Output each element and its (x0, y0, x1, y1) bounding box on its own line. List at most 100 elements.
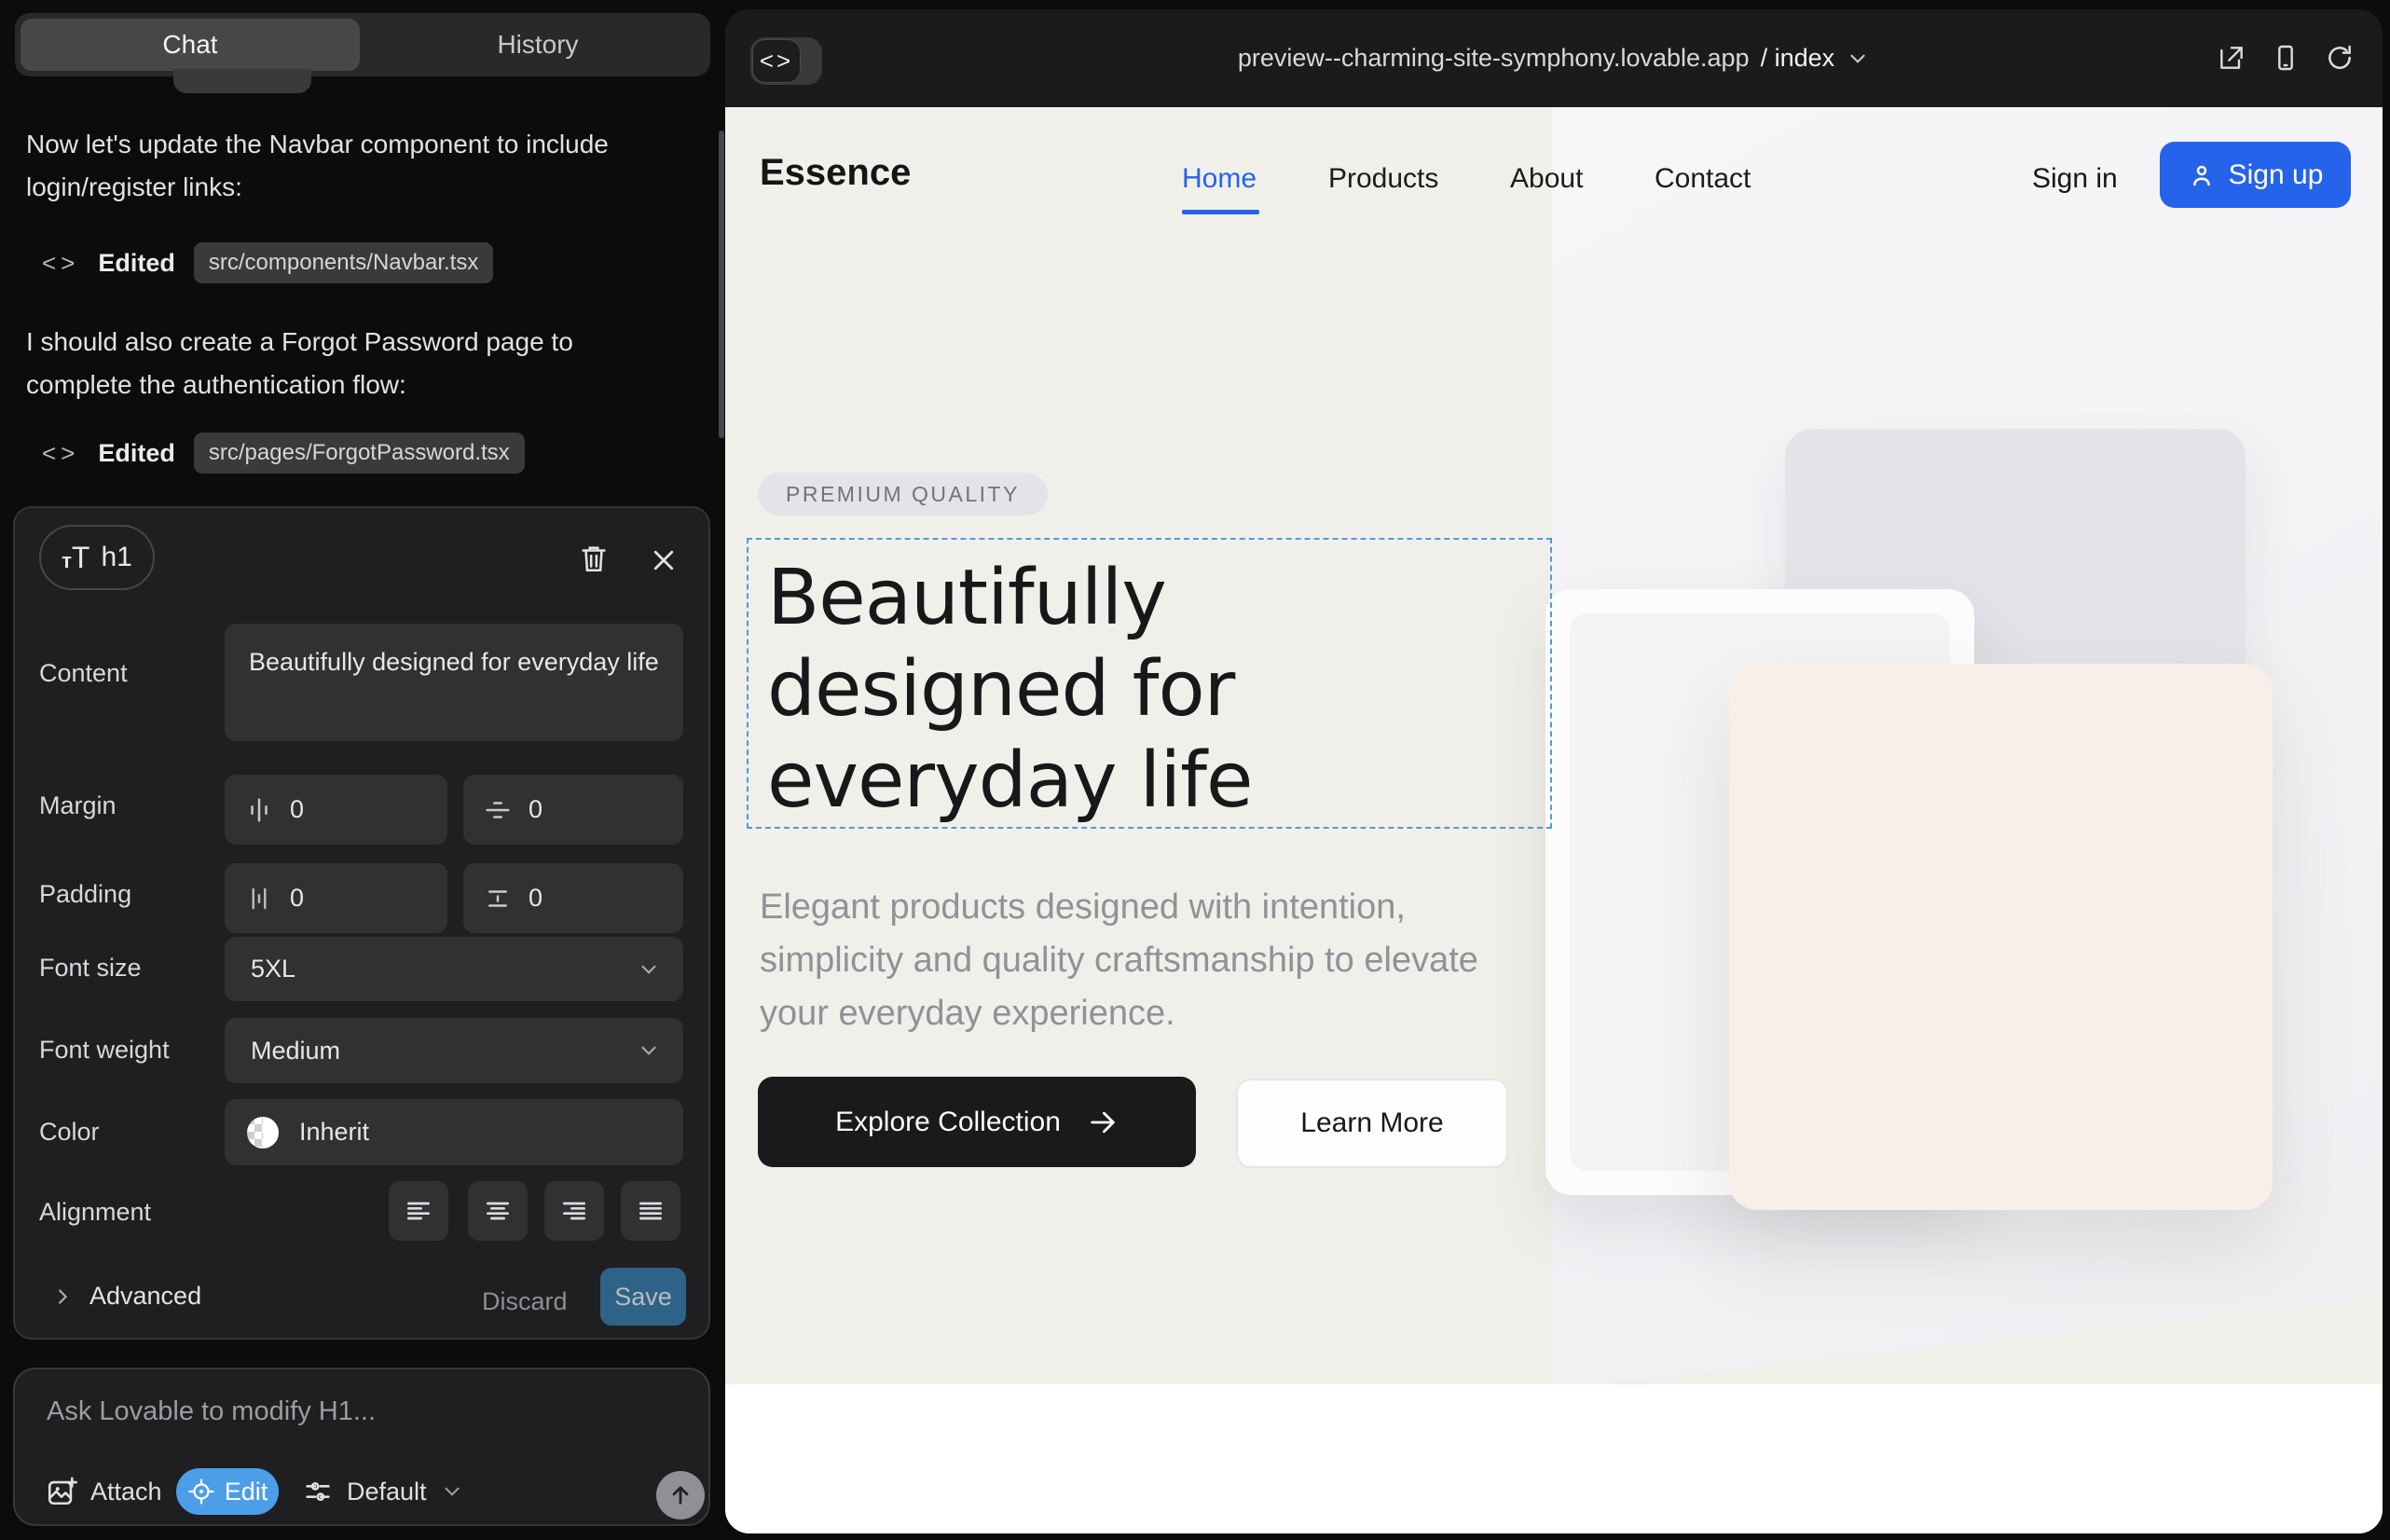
target-icon (187, 1478, 215, 1506)
element-editor-panel: ᴛT h1 Content Beautifully designed for e… (13, 506, 710, 1340)
sign-in-link[interactable]: Sign in (2032, 163, 2118, 195)
preview-pane: <> preview--charming-site-symphony.lovab… (725, 9, 2383, 1533)
nav-link-about[interactable]: About (1510, 163, 1583, 195)
chat-message: Now let's update the Navbar component to… (26, 123, 623, 209)
chevron-down-icon (440, 1479, 464, 1504)
color-swatch-icon (247, 1117, 279, 1148)
preview-toolbar: <> preview--charming-site-symphony.lovab… (725, 9, 2383, 107)
edit-label: Edit (225, 1478, 268, 1506)
file-pill[interactable]: src/pages/ForgotPassword.tsx (194, 433, 525, 474)
chevron-down-icon (1846, 47, 1870, 71)
color-label: Color (39, 1118, 100, 1147)
chat-history-tabbar: Chat History (15, 13, 710, 76)
font-weight-value: Medium (251, 1037, 340, 1066)
tab-history[interactable]: History (365, 13, 710, 76)
padding-horizontal-value: 0 (290, 884, 304, 913)
align-center-button[interactable] (468, 1181, 528, 1241)
font-size-label: Font size (39, 954, 142, 983)
alignment-label: Alignment (39, 1198, 151, 1227)
margin-label: Margin (39, 791, 117, 820)
hero-description: Elegant products designed with intention… (760, 881, 1505, 1040)
chevron-right-icon (52, 1286, 73, 1307)
element-tag-label: h1 (101, 542, 131, 573)
font-weight-label: Font weight (39, 1036, 170, 1065)
mobile-view-icon[interactable] (2271, 43, 2301, 73)
composer-input[interactable] (47, 1390, 662, 1433)
mode-label: Default (347, 1478, 427, 1506)
chevron-down-icon (637, 957, 661, 982)
advanced-label: Advanced (89, 1282, 201, 1311)
font-size-value: 5XL (251, 955, 295, 983)
user-icon (2188, 161, 2216, 189)
align-right-button[interactable] (544, 1181, 604, 1241)
nav-link-products[interactable]: Products (1328, 163, 1438, 195)
content-field: Beautifully designed for everyday life (225, 624, 683, 741)
mode-selector[interactable]: Default (302, 1476, 464, 1507)
chat-message: I should also create a Forgot Password p… (26, 321, 641, 406)
align-left-button[interactable] (389, 1181, 448, 1241)
margin-vertical-value: 0 (529, 795, 543, 824)
font-size-select[interactable]: 5XL (225, 937, 683, 1001)
margin-vertical-icon (484, 796, 512, 824)
nav-active-underline (1182, 210, 1259, 214)
chat-scrollbar[interactable] (719, 131, 724, 438)
preview-path: / index (1761, 44, 1835, 73)
edited-label: Edited (98, 249, 175, 278)
nav-link-contact[interactable]: Contact (1655, 163, 1751, 195)
save-button[interactable]: Save (600, 1268, 686, 1326)
app-window: Chat History Now let's update the Navbar… (0, 0, 2390, 1540)
site-logo[interactable]: Essence (760, 152, 911, 194)
edited-label: Edited (98, 439, 175, 468)
sliders-icon (302, 1476, 334, 1507)
margin-vertical-field[interactable]: 0 (463, 775, 683, 845)
align-right-icon (559, 1196, 589, 1226)
color-field[interactable]: Inherit (225, 1099, 683, 1165)
align-center-icon (483, 1196, 513, 1226)
attach-image-icon (46, 1476, 77, 1507)
typography-icon: ᴛT (62, 541, 89, 575)
close-icon (650, 546, 678, 574)
margin-horizontal-value: 0 (290, 795, 304, 824)
refresh-icon[interactable] (2325, 43, 2355, 73)
send-button[interactable] (656, 1471, 705, 1519)
align-justify-button[interactable] (621, 1181, 680, 1241)
discard-button[interactable]: Discard (482, 1287, 568, 1316)
edited-file-row: <> Edited src/components/Navbar.tsx (42, 242, 493, 283)
nav-link-home[interactable]: Home (1182, 163, 1257, 195)
edit-mode-button[interactable]: Edit (176, 1468, 279, 1515)
align-left-icon (404, 1196, 433, 1226)
chat-composer: Attach Edit Default (13, 1368, 710, 1526)
edited-file-row: <> Edited src/pages/ForgotPassword.tsx (42, 433, 525, 474)
chevron-down-icon (637, 1038, 661, 1063)
color-value: Inherit (299, 1118, 369, 1147)
content-label: Content (39, 659, 128, 688)
align-justify-icon (636, 1196, 666, 1226)
premium-quality-badge: PREMIUM QUALITY (758, 473, 1048, 516)
learn-more-button[interactable]: Learn More (1236, 1079, 1508, 1168)
trash-icon (578, 543, 610, 574)
code-icon: <> (42, 249, 79, 278)
content-input[interactable]: Beautifully designed for everyday life (225, 624, 683, 741)
font-weight-select[interactable]: Medium (225, 1018, 683, 1083)
hero-headline: Beautifully designed for everyday life (749, 540, 1457, 827)
arrow-up-icon (667, 1482, 694, 1508)
advanced-toggle[interactable]: Advanced (52, 1282, 201, 1311)
arrow-right-icon (1087, 1107, 1119, 1138)
padding-horizontal-field[interactable]: 0 (225, 863, 447, 933)
file-pill[interactable]: src/components/Navbar.tsx (194, 242, 493, 283)
margin-horizontal-field[interactable]: 0 (225, 775, 447, 845)
close-panel-button[interactable] (645, 542, 682, 579)
open-external-icon[interactable] (2217, 43, 2246, 73)
attach-button[interactable]: Attach (46, 1476, 162, 1507)
explore-collection-button[interactable]: Explore Collection (758, 1077, 1196, 1167)
sign-up-button[interactable]: Sign up (2160, 142, 2351, 208)
tab-chat[interactable]: Chat (21, 19, 360, 71)
delete-element-button[interactable] (575, 540, 612, 577)
element-tag-badge: ᴛT h1 (39, 525, 155, 590)
code-icon: <> (42, 439, 79, 468)
padding-horizontal-icon (245, 885, 273, 913)
padding-vertical-icon (484, 885, 512, 913)
padding-vertical-field[interactable]: 0 (463, 863, 683, 933)
preview-url-bar[interactable]: preview--charming-site-symphony.lovable.… (725, 9, 2383, 107)
h1-selection-outline[interactable]: Beautifully designed for everyday life (747, 538, 1552, 829)
